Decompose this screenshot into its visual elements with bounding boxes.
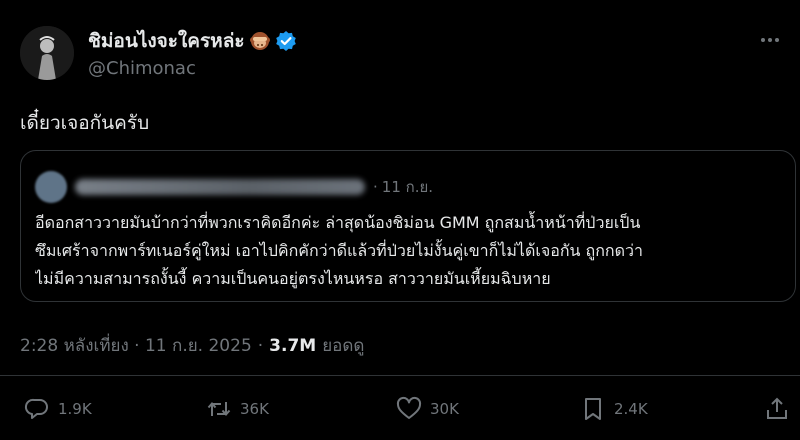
- quoted-author-avatar[interactable]: [35, 171, 67, 203]
- meta-separator: ·: [257, 336, 264, 356]
- reply-count: 1.9K: [58, 400, 92, 418]
- views-count: 3.7M: [269, 336, 317, 356]
- quoted-text-line: ไม่มีความสามารถงั้นงี้ ความเป็นคนอยู่ตรง…: [35, 269, 551, 288]
- author-display-name[interactable]: ชิม่อนไงจะใครหล่ะ: [88, 26, 245, 56]
- quoted-tweet-header: · 11 ก.ย.: [35, 171, 433, 203]
- tweet-text: เดี๋ยวเจอกันครับ: [20, 112, 150, 134]
- like-button[interactable]: 30K: [396, 396, 459, 422]
- quoted-author-name-redacted: [75, 179, 365, 195]
- quoted-text-line: ซึมเศร้าจากพาร์ทเนอร์คู่ใหม่ เอาไปคิกคัก…: [35, 241, 643, 260]
- retweet-button[interactable]: 36K: [206, 396, 269, 422]
- quoted-tweet[interactable]: · 11 ก.ย. อีดอกสาววายมันบ้ากว่าที่พวกเรา…: [20, 150, 796, 302]
- retweet-icon: [207, 401, 231, 417]
- more-options-icon[interactable]: [756, 30, 784, 50]
- divider: [0, 375, 800, 376]
- bookmark-button[interactable]: 2.4K: [580, 396, 648, 422]
- verified-badge-icon[interactable]: [275, 30, 297, 52]
- views-label: ยอดดู: [322, 336, 365, 356]
- action-bar: 1.9K 36K 30K 2.4K: [0, 396, 800, 432]
- retweet-count: 36K: [240, 400, 269, 418]
- quoted-tweet-body: อีดอกสาววายมันบ้ากว่าที่พวกเราคิดอีกค่ะ …: [35, 209, 785, 293]
- quoted-date-separator: ·: [373, 178, 378, 196]
- share-icon: [767, 397, 787, 419]
- quoted-text-line: อีดอกสาววายมันบ้ากว่าที่พวกเราคิดอีกค่ะ …: [35, 213, 641, 232]
- author-handle[interactable]: @Chimonac: [88, 58, 196, 79]
- author-name-row[interactable]: ชิม่อนไงจะใครหล่ะ: [88, 26, 297, 56]
- bookmark-icon: [585, 398, 601, 420]
- like-count: 30K: [430, 400, 459, 418]
- reply-icon: [24, 398, 48, 419]
- bookmark-count: 2.4K: [614, 400, 648, 418]
- see-no-evil-monkey-icon: [249, 30, 271, 52]
- heart-icon: [396, 396, 422, 419]
- avatar[interactable]: [20, 26, 74, 80]
- tweet-timestamp[interactable]: 2:28 หลังเที่ยง · 11 ก.ย. 2025: [20, 332, 252, 359]
- tweet-meta: 2:28 หลังเที่ยง · 11 ก.ย. 2025 · 3.7M ยอ…: [20, 332, 364, 359]
- quoted-date[interactable]: 11 ก.ย.: [382, 175, 433, 199]
- share-button[interactable]: [764, 396, 790, 422]
- reply-button[interactable]: 1.9K: [24, 396, 92, 422]
- tweet-card: ชิม่อนไงจะใครหล่ะ @Chimonac เดี๋ยวเจอกัน…: [0, 0, 800, 440]
